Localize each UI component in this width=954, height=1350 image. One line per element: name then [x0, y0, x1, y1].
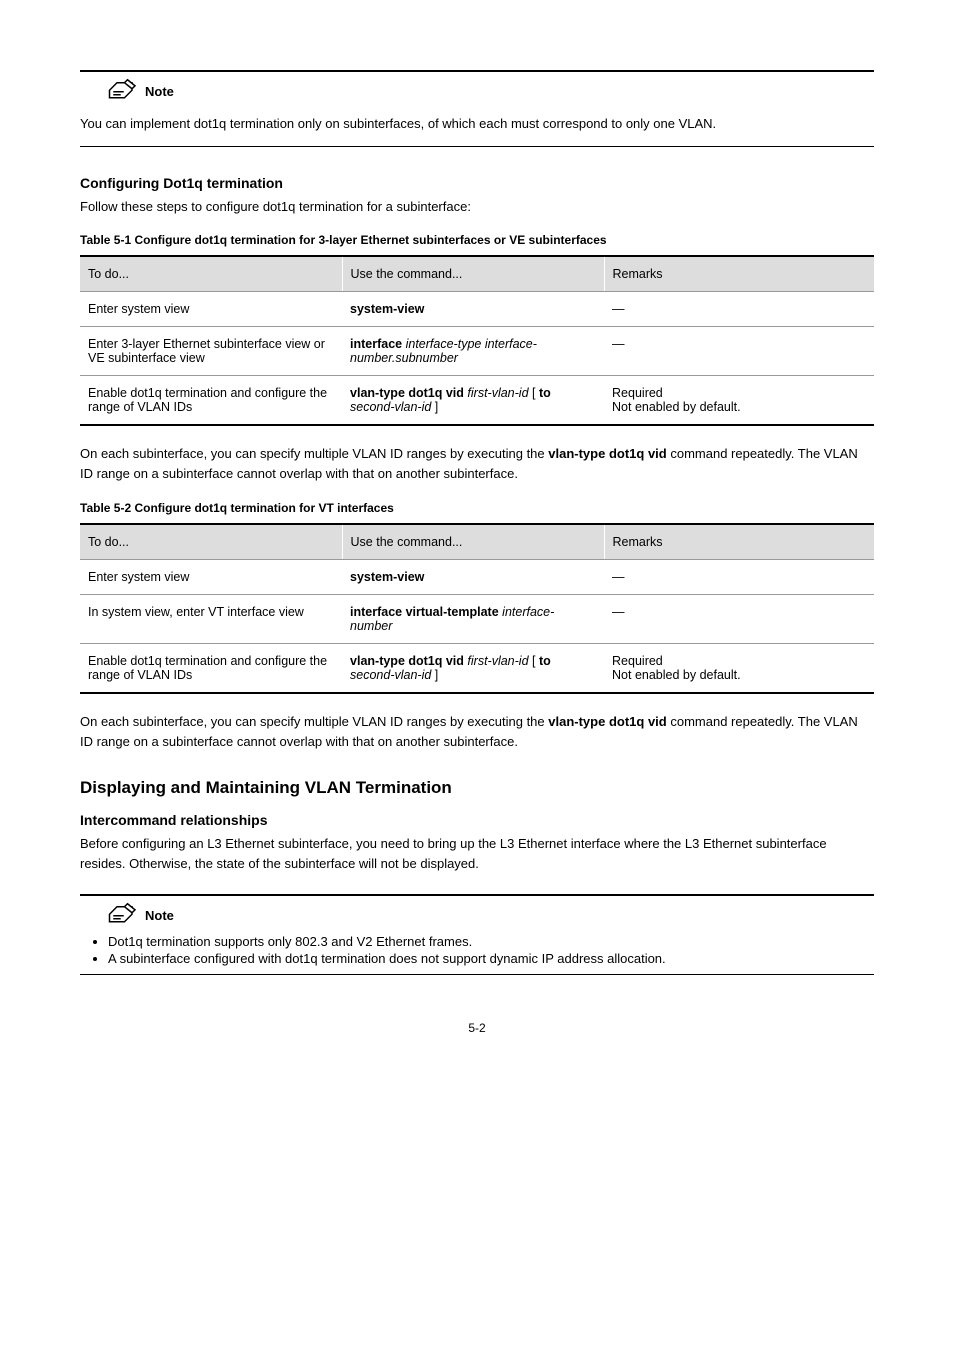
table-header: Remarks — [604, 524, 874, 560]
table-header: Use the command... — [342, 256, 604, 292]
section-config-title: Configuring Dot1q termination — [80, 175, 874, 191]
list-item: Dot1q termination supports only 802.3 an… — [108, 934, 874, 949]
table-row: Enable dot1q termination and configure t… — [80, 643, 874, 693]
table-cell: Enter system view — [80, 292, 342, 327]
table-2-caption: Table 5-2 Configure dot1q termination fo… — [80, 501, 874, 515]
divider — [80, 146, 874, 147]
table-cell: — — [604, 594, 874, 643]
table-cell: system-view — [342, 559, 604, 594]
table-cell: vlan-type dot1q vid first-vlan-id [ to s… — [342, 643, 604, 693]
note-label: Note — [145, 908, 174, 923]
table-header: Remarks — [604, 256, 874, 292]
table-header: Use the command... — [342, 524, 604, 560]
table-row: Enter 3-layer Ethernet subinterface view… — [80, 327, 874, 376]
note-2-list: Dot1q termination supports only 802.3 an… — [80, 934, 874, 966]
note-body-1: You can implement dot1q termination only… — [80, 114, 874, 134]
page-number: 5-2 — [80, 1021, 874, 1035]
table-cell: — — [604, 559, 874, 594]
intercommand-title: Intercommand relationships — [80, 812, 874, 828]
list-item: A subinterface configured with dot1q ter… — [108, 951, 874, 966]
table-cell: system-view — [342, 292, 604, 327]
table-cell: RequiredNot enabled by default. — [604, 376, 874, 426]
table-1-caption: Table 5-1 Configure dot1q termination fo… — [80, 233, 874, 247]
table-cell: — — [604, 327, 874, 376]
divider — [80, 70, 874, 72]
table-cell: interface interface-type interface-numbe… — [342, 327, 604, 376]
table-cell: Enable dot1q termination and configure t… — [80, 643, 342, 693]
table-header: To do... — [80, 256, 342, 292]
section-display-title: Displaying and Maintaining VLAN Terminat… — [80, 778, 874, 798]
table-cell: Enter 3-layer Ethernet subinterface view… — [80, 327, 342, 376]
table-cell: vlan-type dot1q vid first-vlan-id [ to s… — [342, 376, 604, 426]
table-cell: In system view, enter VT interface view — [80, 594, 342, 643]
table-row: Enter system view system-view — — [80, 292, 874, 327]
table-cell: Enable dot1q termination and configure t… — [80, 376, 342, 426]
config-table-2: To do... Use the command... Remarks Ente… — [80, 523, 874, 694]
note-label: Note — [145, 84, 174, 99]
table-cell: RequiredNot enabled by default. — [604, 643, 874, 693]
table-cell: — — [604, 292, 874, 327]
note-header: Note — [105, 78, 874, 104]
note-icon — [105, 902, 141, 928]
table-cell: interface virtual-template interface-num… — [342, 594, 604, 643]
divider — [80, 894, 874, 896]
note-icon — [105, 78, 141, 104]
table-row: In system view, enter VT interface view … — [80, 594, 874, 643]
divider — [80, 974, 874, 975]
section-config-intro: Follow these steps to configure dot1q te… — [80, 197, 874, 217]
intercommand-para: Before configuring an L3 Ethernet subint… — [80, 834, 874, 874]
table-header: To do... — [80, 524, 342, 560]
table-row: Enter system view system-view — — [80, 559, 874, 594]
config-table-1: To do... Use the command... Remarks Ente… — [80, 255, 874, 426]
note-header: Note — [105, 902, 874, 928]
table-cell: Enter system view — [80, 559, 342, 594]
explain-para-2: On each subinterface, you can specify mu… — [80, 712, 874, 752]
table-row: Enable dot1q termination and configure t… — [80, 376, 874, 426]
explain-para: On each subinterface, you can specify mu… — [80, 444, 874, 484]
